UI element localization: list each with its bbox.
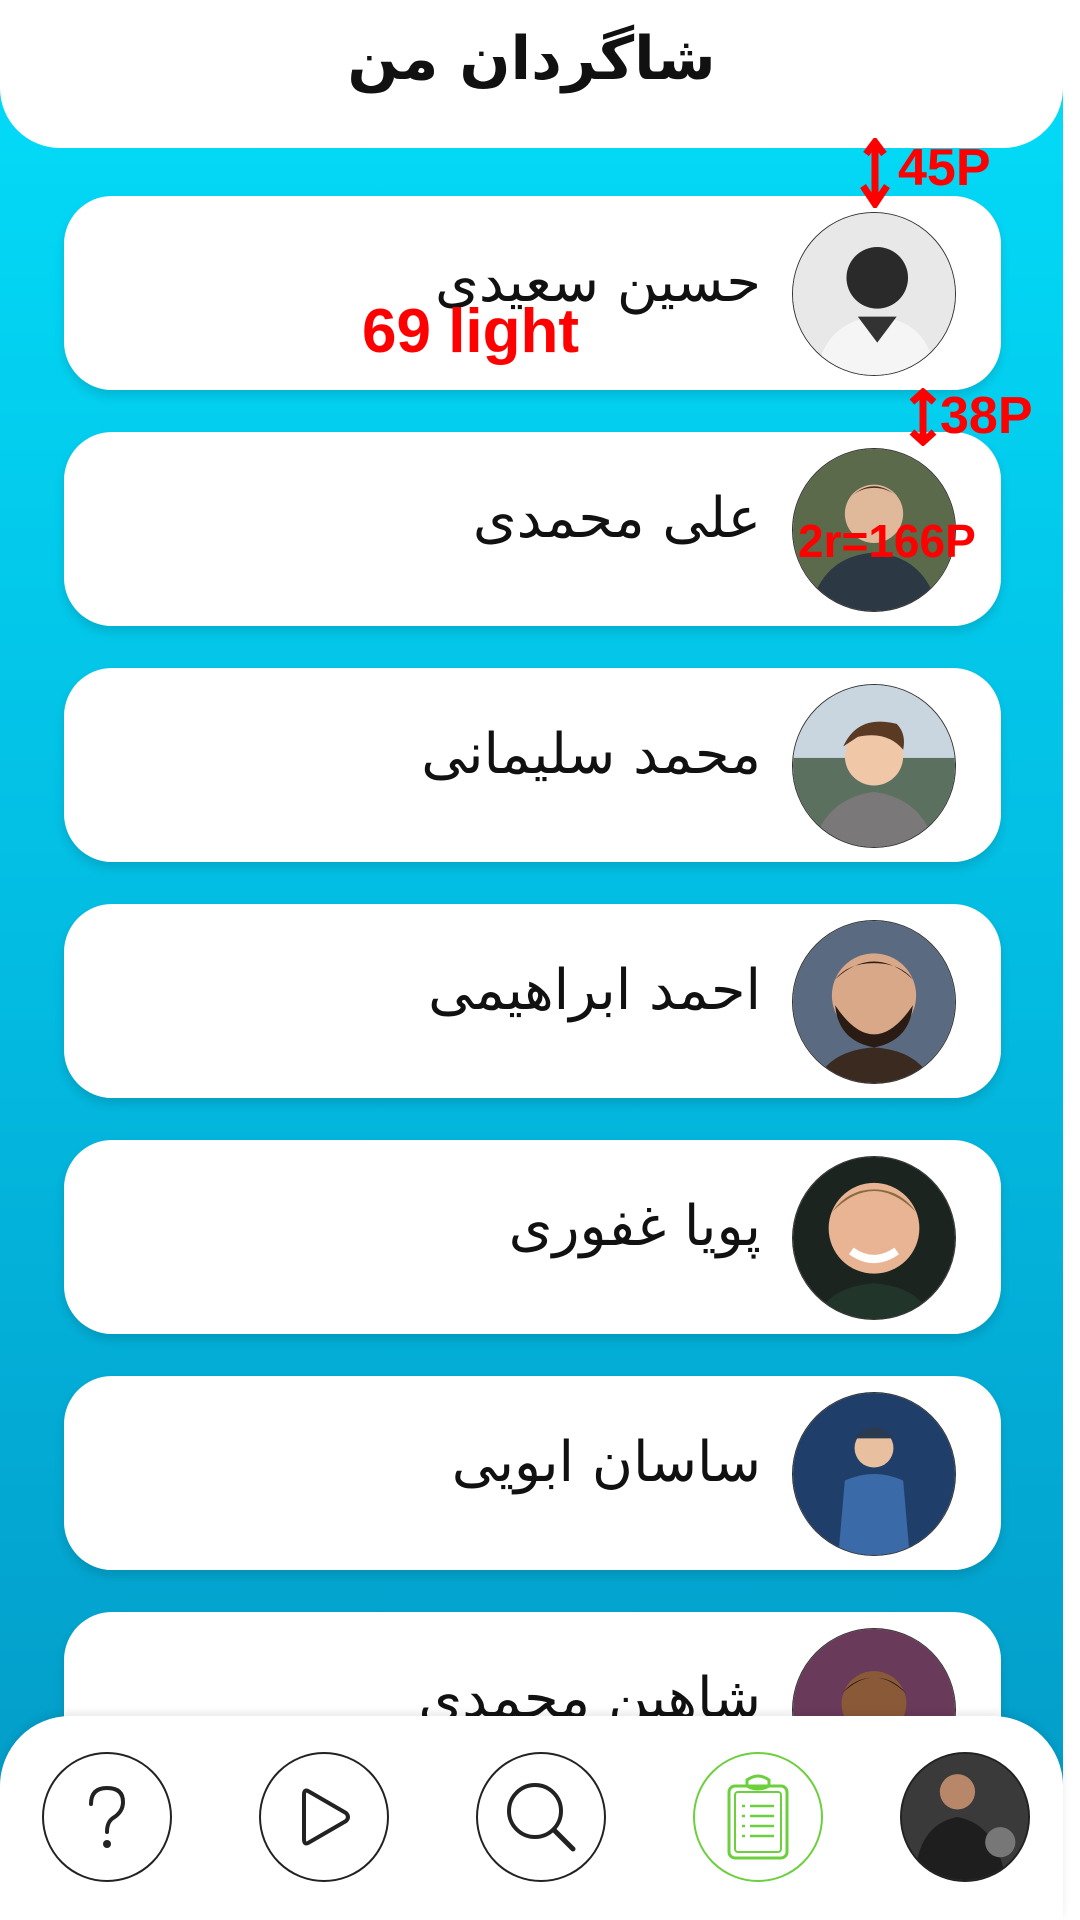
- student-card[interactable]: محمد سلیمانی: [64, 668, 1001, 862]
- student-avatar: [792, 1156, 956, 1320]
- student-name: احمد ابراهیمی: [428, 958, 761, 1023]
- annotation-avatar-size: 2r=166P: [798, 515, 976, 567]
- student-name: علی محمدی: [472, 486, 761, 551]
- help-button[interactable]: [42, 1752, 172, 1882]
- student-name: پویا غفوری: [508, 1194, 761, 1259]
- student-card[interactable]: ساسان ابویی: [64, 1376, 1001, 1570]
- students-button[interactable]: [693, 1752, 823, 1882]
- student-avatar: [792, 920, 956, 1084]
- header: شاگردان من: [0, 0, 1063, 148]
- student-avatar: [792, 1392, 956, 1556]
- bottom-nav: [0, 1716, 1063, 1920]
- student-name: محمد سلیمانی: [421, 722, 761, 787]
- arrow-icon: [860, 138, 890, 208]
- search-button[interactable]: [476, 1752, 606, 1882]
- arrow-icon: [909, 388, 937, 446]
- clipboard-icon: [727, 1774, 789, 1860]
- student-name: ساسان ابویی: [451, 1430, 761, 1495]
- profile-avatar-image: [902, 1754, 1028, 1880]
- play-button[interactable]: [259, 1752, 389, 1882]
- student-card[interactable]: پویا غفوری: [64, 1140, 1001, 1334]
- profile-avatar[interactable]: [900, 1752, 1030, 1882]
- student-card[interactable]: احمد ابراهیمی: [64, 904, 1001, 1098]
- page-title: شاگردان من: [347, 24, 716, 94]
- search-icon: [507, 1783, 576, 1852]
- help-icon: [89, 1785, 126, 1848]
- play-icon: [302, 1788, 350, 1846]
- student-avatar: [792, 684, 956, 848]
- annotation-font: 69 light: [362, 297, 580, 366]
- student-avatar: [792, 212, 956, 376]
